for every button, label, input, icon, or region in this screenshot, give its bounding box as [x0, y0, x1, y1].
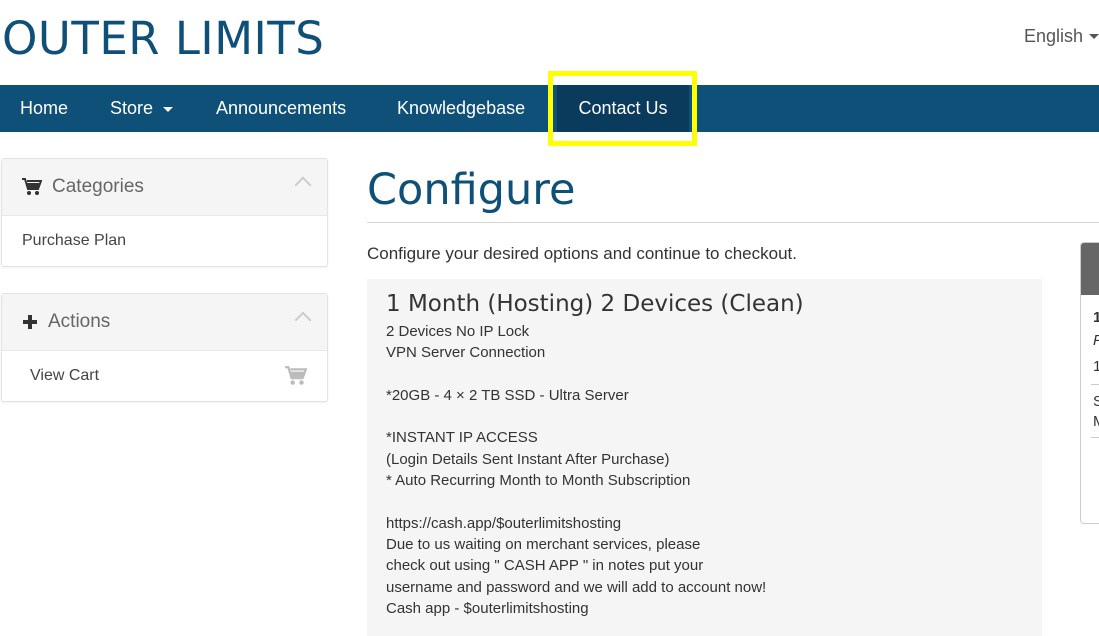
summary-text: 1	[1093, 309, 1099, 326]
description-line: (Login Details Sent Instant After Purcha…	[386, 450, 670, 468]
description-line: Due to us waiting on merchant services, …	[386, 535, 701, 553]
description-line: https://cash.app/$outerlimitshosting	[386, 514, 622, 532]
nav-knowledgebase[interactable]: Knowledgebase	[397, 85, 525, 132]
sidebar-item-view-cart[interactable]: View Cart	[2, 351, 327, 401]
shopping-cart-icon	[22, 178, 42, 196]
sidebar-item-purchase-plan[interactable]: Purchase Plan	[2, 216, 327, 266]
actions-panel-header[interactable]: Actions	[2, 294, 327, 351]
actions-panel: Actions View Cart	[1, 293, 328, 402]
description-line: VPN Server Connection	[386, 344, 546, 362]
description-line	[386, 406, 1023, 427]
sidebar-item-label: Purchase Plan	[22, 232, 127, 249]
summary-divider	[1091, 384, 1099, 385]
description-line	[386, 364, 1023, 385]
sidebar-item-label: View Cart	[30, 367, 100, 384]
product-info-box: 1 Month (Hosting) 2 Devices (Clean) 2 De…	[367, 279, 1042, 636]
description-line: Cash app - $outerlimitshosting	[386, 599, 589, 617]
nav-contact-us[interactable]: Contact Us	[557, 85, 689, 132]
product-description: 2 Devices No IP Lock VPN Server Connecti…	[386, 321, 1023, 619]
categories-panel: Categories Purchase Plan	[1, 158, 328, 267]
language-label: English	[1023, 26, 1083, 46]
summary-text: S	[1093, 393, 1099, 410]
nav-home[interactable]: Home	[20, 85, 68, 132]
categories-panel-header[interactable]: Categories	[2, 159, 327, 216]
chevron-up-icon[interactable]	[294, 176, 312, 194]
order-summary-header	[1081, 243, 1099, 295]
brand-logo[interactable]: OUTER LIMITS	[2, 12, 324, 65]
chevron-up-icon[interactable]	[294, 311, 312, 329]
main-navbar: Home Store Announcements Knowledgebase C…	[0, 85, 1099, 132]
caret-down-icon	[1089, 34, 1099, 39]
product-name: 1 Month (Hosting) 2 Devices (Clean)	[386, 291, 804, 317]
page-title: Configure	[367, 165, 576, 215]
plus-icon	[22, 314, 38, 330]
summary-text: M	[1093, 413, 1099, 430]
nav-announcements[interactable]: Announcements	[216, 85, 346, 132]
categories-title: Categories	[52, 176, 144, 197]
language-selector[interactable]: English	[1024, 26, 1099, 47]
description-line: * Auto Recurring Month to Month Subscrip…	[386, 472, 691, 490]
summary-text: F	[1093, 332, 1099, 349]
intro-text: Configure your desired options and conti…	[367, 244, 797, 263]
description-line: check out using " CASH APP " in notes pu…	[386, 557, 704, 575]
summary-divider	[1091, 437, 1099, 438]
title-divider	[367, 222, 1099, 223]
description-line: *20GB - 4 × 2 TB SSD - Ultra Server	[386, 386, 629, 404]
actions-title: Actions	[48, 311, 111, 332]
description-line	[386, 491, 1023, 512]
nav-store[interactable]: Store	[110, 85, 174, 132]
order-summary-panel: 1 F 1 S M	[1080, 242, 1099, 524]
description-line: 2 Devices No IP Lock	[386, 323, 530, 340]
shopping-cart-icon	[285, 366, 308, 391]
caret-down-icon	[163, 106, 174, 112]
description-line: *INSTANT IP ACCESS	[386, 429, 538, 447]
nav-store-label: Store	[110, 98, 154, 118]
summary-text: 1	[1093, 358, 1099, 375]
description-line: username and password and we will add to…	[386, 578, 767, 596]
